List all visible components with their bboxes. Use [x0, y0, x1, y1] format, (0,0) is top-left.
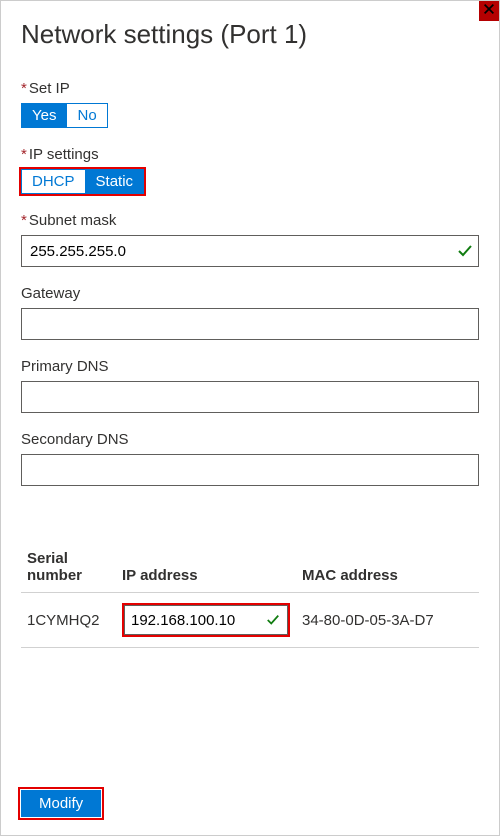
close-button[interactable]: [479, 1, 499, 21]
col-ip-header: IP address: [116, 542, 296, 593]
cell-ip: [116, 593, 296, 648]
set-ip-no-button[interactable]: No: [66, 104, 106, 127]
gateway-field: Gateway: [21, 285, 479, 340]
set-ip-field: *Set IP Yes No: [21, 80, 479, 128]
col-mac-header: MAC address: [296, 542, 479, 593]
gateway-input[interactable]: [21, 308, 479, 340]
cell-serial: 1CYMHQ2: [21, 593, 116, 648]
ip-settings-static-button[interactable]: Static: [85, 170, 144, 193]
close-icon: [482, 2, 496, 20]
table-row: 1CYMHQ2 34-80-0D-05-3A-D7: [21, 593, 479, 648]
ip-settings-toggle: DHCP Static: [21, 169, 144, 194]
subnet-mask-label: *Subnet mask: [21, 212, 479, 229]
page-title: Network settings (Port 1): [21, 19, 479, 50]
primary-dns-field: Primary DNS: [21, 358, 479, 413]
primary-dns-label: Primary DNS: [21, 358, 479, 375]
set-ip-toggle: Yes No: [21, 103, 108, 128]
secondary-dns-field: Secondary DNS: [21, 431, 479, 486]
secondary-dns-label: Secondary DNS: [21, 431, 479, 448]
modify-button[interactable]: Modify: [21, 790, 101, 817]
nodes-table: Serial number IP address MAC address 1CY…: [21, 542, 479, 648]
ip-address-input[interactable]: [124, 605, 288, 635]
secondary-dns-input[interactable]: [21, 454, 479, 486]
primary-dns-input[interactable]: [21, 381, 479, 413]
gateway-label: Gateway: [21, 285, 479, 302]
subnet-mask-field: *Subnet mask: [21, 212, 479, 267]
col-serial-header: Serial number: [21, 542, 116, 593]
ip-settings-dhcp-button[interactable]: DHCP: [22, 170, 85, 193]
cell-mac: 34-80-0D-05-3A-D7: [296, 593, 479, 648]
subnet-mask-input[interactable]: [21, 235, 479, 267]
set-ip-yes-button[interactable]: Yes: [22, 104, 66, 127]
ip-settings-field: *IP settings DHCP Static: [21, 146, 479, 194]
ip-settings-label: *IP settings: [21, 146, 479, 163]
set-ip-label: *Set IP: [21, 80, 479, 97]
